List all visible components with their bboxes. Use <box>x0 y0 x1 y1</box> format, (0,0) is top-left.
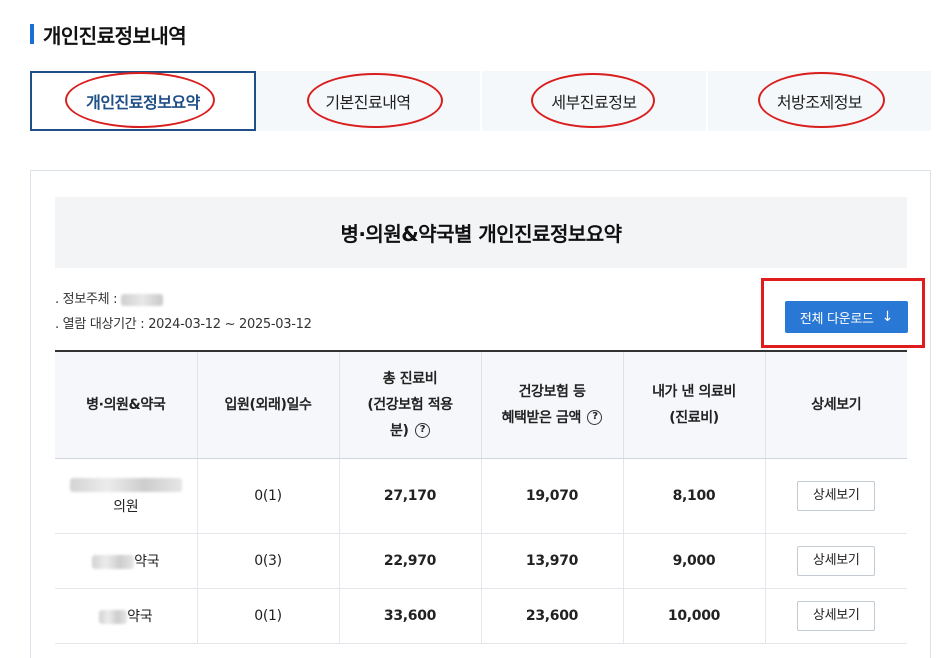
cell-benefit: 19,070 <box>481 458 624 534</box>
tab-label: 기본진료내역 <box>325 93 411 112</box>
cell-total: 27,170 <box>339 458 482 534</box>
detail-button[interactable]: 상세보기 <box>797 545 876 576</box>
title-accent-bar <box>30 24 34 44</box>
tab-bar: 개인진료정보요약 기본진료내역 세부진료정보 처방조제정보 <box>30 71 931 131</box>
summary-panel: 병·의원&약국별 개인진료정보요약 . 정보주체 : . 열람 대상기간 : 2… <box>30 170 931 658</box>
tab-label: 세부진료정보 <box>551 93 637 112</box>
header-institution: 병·의원&약국 <box>55 350 198 459</box>
cell-detail: 상세보기 <box>765 533 907 589</box>
detail-button[interactable]: 상세보기 <box>797 600 876 631</box>
table-row: 약국 0(1) 33,600 23,600 10,000 상세보기 <box>55 588 907 644</box>
redacted-name <box>69 477 182 492</box>
tab-basic-history[interactable]: 기본진료내역 <box>256 71 482 131</box>
header-benefit: 건강보험 등 혜택받은 금액 ? <box>481 350 624 459</box>
info-period: . 열람 대상기간 : 2024-03-12 ~ 2025-03-12 <box>55 317 312 332</box>
redacted-name <box>121 293 164 306</box>
cell-days: 0(1) <box>197 458 340 534</box>
detail-button[interactable]: 상세보기 <box>797 480 876 511</box>
cell-total: 33,600 <box>339 588 482 644</box>
table-header-row: 병·의원&약국 입원(외래)일수 총 진료비 (건강보험 적용 분) ? 건강보… <box>55 350 907 459</box>
arrow-down-icon: ↓ <box>881 309 894 325</box>
question-circle-icon[interactable]: ? <box>587 410 603 426</box>
tab-detail-info[interactable]: 세부진료정보 <box>482 71 708 131</box>
page-title-text: 개인진료정보내역 <box>43 23 187 48</box>
cell-paid: 8,100 <box>623 458 766 534</box>
summary-table: 병·의원&약국 입원(외래)일수 총 진료비 (건강보험 적용 분) ? 건강보… <box>55 350 907 644</box>
download-label: 전체 다운로드 <box>799 311 874 327</box>
download-all-button[interactable]: 전체 다운로드 ↓ <box>785 301 908 333</box>
cell-paid: 9,000 <box>623 533 766 589</box>
page-title: 개인진료정보내역 <box>30 20 187 48</box>
header-days: 입원(외래)일수 <box>197 350 340 459</box>
tab-label: 개인진료정보요약 <box>86 93 200 112</box>
header-paid: 내가 낸 의료비 (진료비) <box>623 350 766 459</box>
header-total-cost: 총 진료비 (건강보험 적용 분) ? <box>339 350 482 459</box>
tab-prescription-info[interactable]: 처방조제정보 <box>708 71 931 131</box>
cell-benefit: 13,970 <box>481 533 624 589</box>
header-detail: 상세보기 <box>765 350 907 459</box>
cell-days: 0(1) <box>197 588 340 644</box>
question-circle-icon[interactable]: ? <box>414 423 430 439</box>
tab-personal-summary[interactable]: 개인진료정보요약 <box>30 71 256 131</box>
cell-days: 0(3) <box>197 533 340 589</box>
cell-total: 22,970 <box>339 533 482 589</box>
info-subject: . 정보주체 : <box>55 288 164 307</box>
cell-paid: 10,000 <box>623 588 766 644</box>
subject-label: . 정보주체 : <box>55 292 118 307</box>
redacted-name <box>92 554 135 569</box>
redacted-name <box>99 609 128 624</box>
tab-label: 처방조제정보 <box>776 93 863 112</box>
cell-detail: 상세보기 <box>765 588 907 644</box>
table-row: 약국 0(3) 22,970 13,970 9,000 상세보기 <box>55 533 907 589</box>
cell-detail: 상세보기 <box>765 458 907 534</box>
cell-institution: 약국 <box>55 533 198 589</box>
cell-benefit: 23,600 <box>481 588 624 644</box>
panel-title: 병·의원&약국별 개인진료정보요약 <box>55 197 907 268</box>
cell-institution: 약국 <box>55 588 198 644</box>
table-row: 의원 0(1) 27,170 19,070 8,100 상세보기 <box>55 458 907 534</box>
cell-institution: 의원 <box>55 458 198 534</box>
